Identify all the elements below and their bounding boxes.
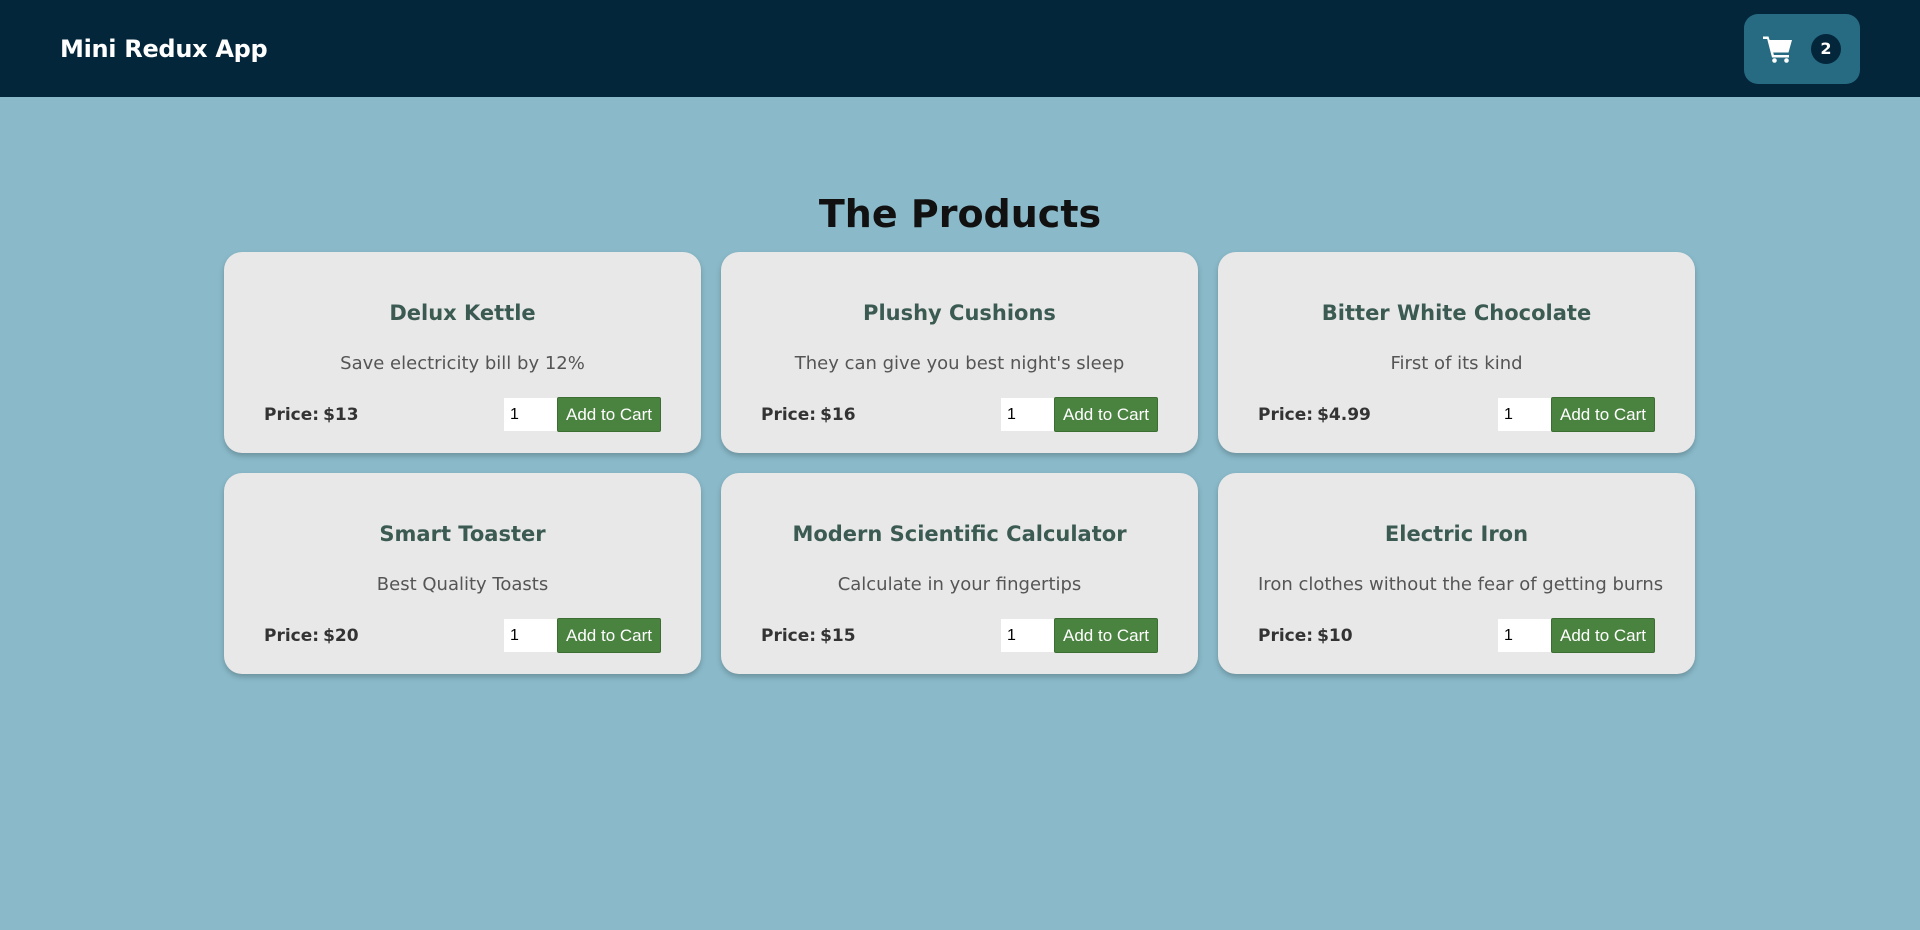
product-description: They can give you best night's sleep	[794, 353, 1125, 374]
product-card: Electric Iron Iron clothes without the f…	[1218, 473, 1695, 674]
product-title: Electric Iron	[1384, 522, 1529, 546]
product-title: Plushy Cushions	[863, 301, 1056, 325]
product-description: Best Quality Toasts	[376, 574, 549, 595]
price-value: $15	[820, 625, 856, 646]
quantity-input[interactable]	[1001, 398, 1054, 431]
product-price: Price: $15	[761, 626, 856, 646]
product-card: Modern Scientific Calculator Calculate i…	[721, 473, 1198, 674]
price-label: Price:	[1258, 404, 1314, 425]
cart-button[interactable]: 2	[1744, 13, 1860, 84]
product-actions: Add to Cart	[1001, 397, 1158, 432]
cart-count-badge: 2	[1811, 33, 1841, 64]
product-title: Smart Toaster	[379, 522, 546, 546]
add-to-cart-button[interactable]: Add to Cart	[1054, 618, 1158, 653]
product-card: Plushy Cushions They can give you best n…	[721, 252, 1198, 453]
product-actions: Add to Cart	[504, 397, 661, 432]
product-actions: Add to Cart	[504, 618, 661, 653]
add-to-cart-button[interactable]: Add to Cart	[1551, 397, 1655, 432]
product-price: Price: $20	[264, 626, 359, 646]
product-actions: Add to Cart	[1001, 618, 1158, 653]
shopping-cart-icon	[1763, 36, 1792, 63]
app-header: Mini Redux App 2	[0, 0, 1920, 97]
main-content: The Products Delux Kettle Save electrici…	[0, 97, 1920, 674]
add-to-cart-button[interactable]: Add to Cart	[1551, 618, 1655, 653]
quantity-input[interactable]	[1498, 398, 1551, 431]
product-description: Calculate in your fingertips	[837, 574, 1082, 595]
product-footer: Price:$20 Add to Cart	[264, 618, 661, 653]
quantity-input[interactable]	[1498, 619, 1551, 652]
product-price: Price: $4.99	[1258, 405, 1371, 425]
add-to-cart-button[interactable]: Add to Cart	[557, 397, 661, 432]
quantity-input[interactable]	[504, 398, 557, 431]
product-price: Price: $16	[761, 405, 856, 425]
price-value: $10	[1317, 625, 1353, 646]
product-description: First of its kind	[1390, 353, 1523, 374]
price-value: $20	[323, 625, 359, 646]
product-grid: Delux Kettle Save electricity bill by 12…	[224, 252, 1696, 674]
product-title: Delux Kettle	[389, 301, 536, 325]
price-label: Price:	[264, 404, 320, 425]
price-label: Price:	[264, 625, 320, 646]
add-to-cart-button[interactable]: Add to Cart	[1054, 397, 1158, 432]
product-price: Price: $10	[1258, 626, 1353, 646]
price-label: Price:	[761, 625, 817, 646]
product-description: Save electricity bill by 12%	[340, 353, 585, 374]
product-footer: Price:$4.99 Add to Cart	[1258, 397, 1655, 432]
product-title: Modern Scientific Calculator	[792, 522, 1127, 546]
product-footer: Price:$15 Add to Cart	[761, 618, 1158, 653]
price-value: $4.99	[1317, 404, 1371, 425]
product-title: Bitter White Chocolate	[1321, 301, 1592, 325]
product-footer: Price:$10 Add to Cart	[1258, 618, 1655, 653]
product-card: Delux Kettle Save electricity bill by 12…	[224, 252, 701, 453]
quantity-input[interactable]	[504, 619, 557, 652]
product-actions: Add to Cart	[1498, 618, 1655, 653]
page-title: The Products	[818, 192, 1102, 236]
add-to-cart-button[interactable]: Add to Cart	[557, 618, 661, 653]
price-value: $13	[323, 404, 359, 425]
quantity-input[interactable]	[1001, 619, 1054, 652]
product-footer: Price:$16 Add to Cart	[761, 397, 1158, 432]
product-description: Iron clothes without the fear of getting…	[1258, 574, 1664, 595]
app-title: Mini Redux App	[60, 34, 268, 63]
product-card: Bitter White Chocolate First of its kind…	[1218, 252, 1695, 453]
price-value: $16	[820, 404, 856, 425]
product-price: Price: $13	[264, 405, 359, 425]
price-label: Price:	[1258, 625, 1314, 646]
price-label: Price:	[761, 404, 817, 425]
product-actions: Add to Cart	[1498, 397, 1655, 432]
product-footer: Price:$13 Add to Cart	[264, 397, 661, 432]
product-card: Smart Toaster Best Quality Toasts Price:…	[224, 473, 701, 674]
